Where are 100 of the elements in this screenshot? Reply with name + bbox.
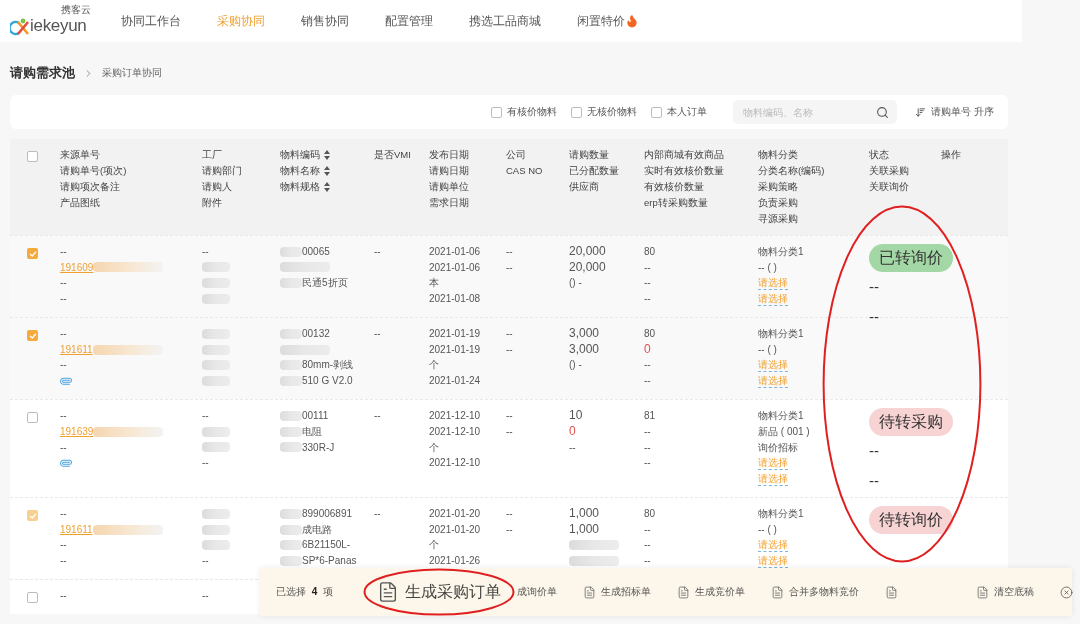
- column-header: 公司: [506, 148, 526, 162]
- blurred-text: [280, 329, 302, 339]
- sort-icon[interactable]: [324, 182, 330, 192]
- cell-text: 2021-01-20: [429, 507, 482, 522]
- checkbox[interactable]: [27, 248, 38, 259]
- nav-tab[interactable]: 协同工作台: [120, 12, 181, 30]
- column-header: 寻源采购: [758, 212, 798, 226]
- cell-text: 电阻: [302, 424, 322, 439]
- cell-text: 2021-01-19: [429, 327, 482, 342]
- cell-text: --: [644, 358, 652, 373]
- checkbox-label: 无核价物料: [587, 105, 638, 119]
- column-header: 来源单号: [60, 148, 100, 162]
- blurred-text: [202, 329, 230, 339]
- cell-text: --: [60, 553, 68, 568]
- action-button[interactable]: 生成招标单: [583, 585, 652, 599]
- nav-tab[interactable]: 配置管理: [384, 12, 433, 30]
- cell-text: --: [374, 507, 382, 522]
- cell-text: 0: [569, 423, 577, 440]
- blurred-text: [92, 524, 163, 535]
- cell-text: 2021-01-26: [429, 553, 482, 568]
- blurred-text: [280, 524, 302, 535]
- column-header: 工厂: [202, 148, 222, 162]
- checkbox[interactable]: [27, 151, 38, 162]
- cell-text: --: [869, 307, 880, 327]
- checkbox[interactable]: [27, 592, 38, 604]
- breadcrumb-link[interactable]: 采购订单协同: [102, 66, 162, 80]
- blurred-text: [202, 293, 230, 304]
- column-header: 关联询价: [869, 180, 909, 194]
- cell-text: -- ( ): [758, 342, 778, 357]
- cell-text: --: [60, 245, 68, 259]
- cell-text: --: [506, 342, 514, 357]
- blurred-text: [280, 375, 302, 386]
- cell-text: 2021-01-24: [429, 373, 482, 388]
- logo-tagline: 携客云: [60, 3, 91, 17]
- cell-text: --: [869, 441, 880, 462]
- blurred-text: [280, 540, 302, 551]
- cell-text: 个: [429, 538, 440, 553]
- action-button[interactable]: 合并多物料竞价: [771, 585, 860, 599]
- checkbox-label: 有核价物料: [507, 105, 558, 119]
- search-icon[interactable]: [876, 105, 890, 119]
- cell-text: --: [506, 522, 514, 537]
- cell-text: 询价招标: [758, 440, 799, 455]
- cell-text: -- ( ): [758, 522, 778, 537]
- blurred-text: [202, 442, 230, 453]
- cell-text: 物料分类1: [758, 409, 805, 424]
- cell-text: --: [644, 291, 652, 306]
- cell-text: --: [644, 538, 652, 553]
- checkbox[interactable]: [651, 106, 663, 118]
- cell-text: --: [60, 358, 68, 373]
- cell-text: 80mm-剥线: [302, 358, 354, 373]
- sort-button[interactable]: 请购单号 升序: [915, 105, 994, 119]
- column-header: 已分配数量: [569, 164, 619, 178]
- column-header: 请购部门: [202, 164, 242, 178]
- action-button[interactable]: 成询价单: [517, 585, 558, 599]
- cell-text: --: [644, 276, 652, 291]
- blurred-text: [202, 426, 230, 437]
- cell-text: --: [506, 245, 514, 259]
- cell-text: 2021-01-08: [429, 291, 482, 306]
- cell-text: --: [60, 291, 68, 306]
- column-header: 物料名称: [280, 164, 320, 178]
- cell-text: --: [202, 456, 210, 471]
- cell-text: 80: [644, 245, 657, 259]
- action-button[interactable]: 清空底稿: [976, 585, 1035, 599]
- nav-tab[interactable]: 携选工品商城: [468, 12, 541, 30]
- cell-text: --: [60, 327, 68, 342]
- checkbox[interactable]: [491, 106, 503, 118]
- cell-text: --: [644, 440, 652, 455]
- column-header: 请购项次备注: [60, 180, 120, 194]
- checkbox[interactable]: [571, 106, 583, 118]
- cell-text: 物料分类1: [758, 245, 805, 259]
- column-header: 发布日期: [429, 148, 469, 162]
- column-header: 请购单号(项次): [60, 164, 127, 178]
- cell-text: --: [374, 245, 382, 259]
- cell-text: --: [644, 373, 652, 388]
- blurred-text: [280, 411, 302, 422]
- cell-text: 个: [429, 358, 440, 373]
- sort-icon[interactable]: [324, 166, 330, 176]
- checkbox[interactable]: [27, 330, 38, 342]
- cell-text: -- ( ): [758, 260, 778, 275]
- cell-text: 新品 ( 001 ): [758, 424, 811, 439]
- column-header: CAS NO: [506, 164, 543, 178]
- cell-text: --: [202, 589, 210, 604]
- cell-text: 00132: [302, 327, 330, 342]
- sort-icon[interactable]: [324, 150, 330, 160]
- cell-text: 2021-12-10: [429, 456, 482, 471]
- nav-tab[interactable]: 闲置特价: [576, 12, 639, 30]
- cell-text: --: [644, 260, 652, 275]
- cell-text: --: [506, 409, 514, 424]
- cell-text: 00111: [302, 409, 329, 424]
- column-header: 请购人: [202, 180, 232, 194]
- document-icon: [583, 585, 597, 599]
- nav-tab[interactable]: 销售协同: [300, 12, 349, 30]
- checkbox[interactable]: [27, 412, 38, 424]
- cell-text: --: [644, 522, 652, 537]
- cell-text: 6B21150L-: [302, 538, 351, 553]
- status-badge: 待转询价: [869, 506, 953, 535]
- action-button[interactable]: 生成竞价单: [677, 585, 746, 599]
- column-header: 采购策略: [758, 180, 798, 194]
- cell-text: --: [202, 409, 210, 424]
- cell-text: 民通5折页: [302, 276, 348, 291]
